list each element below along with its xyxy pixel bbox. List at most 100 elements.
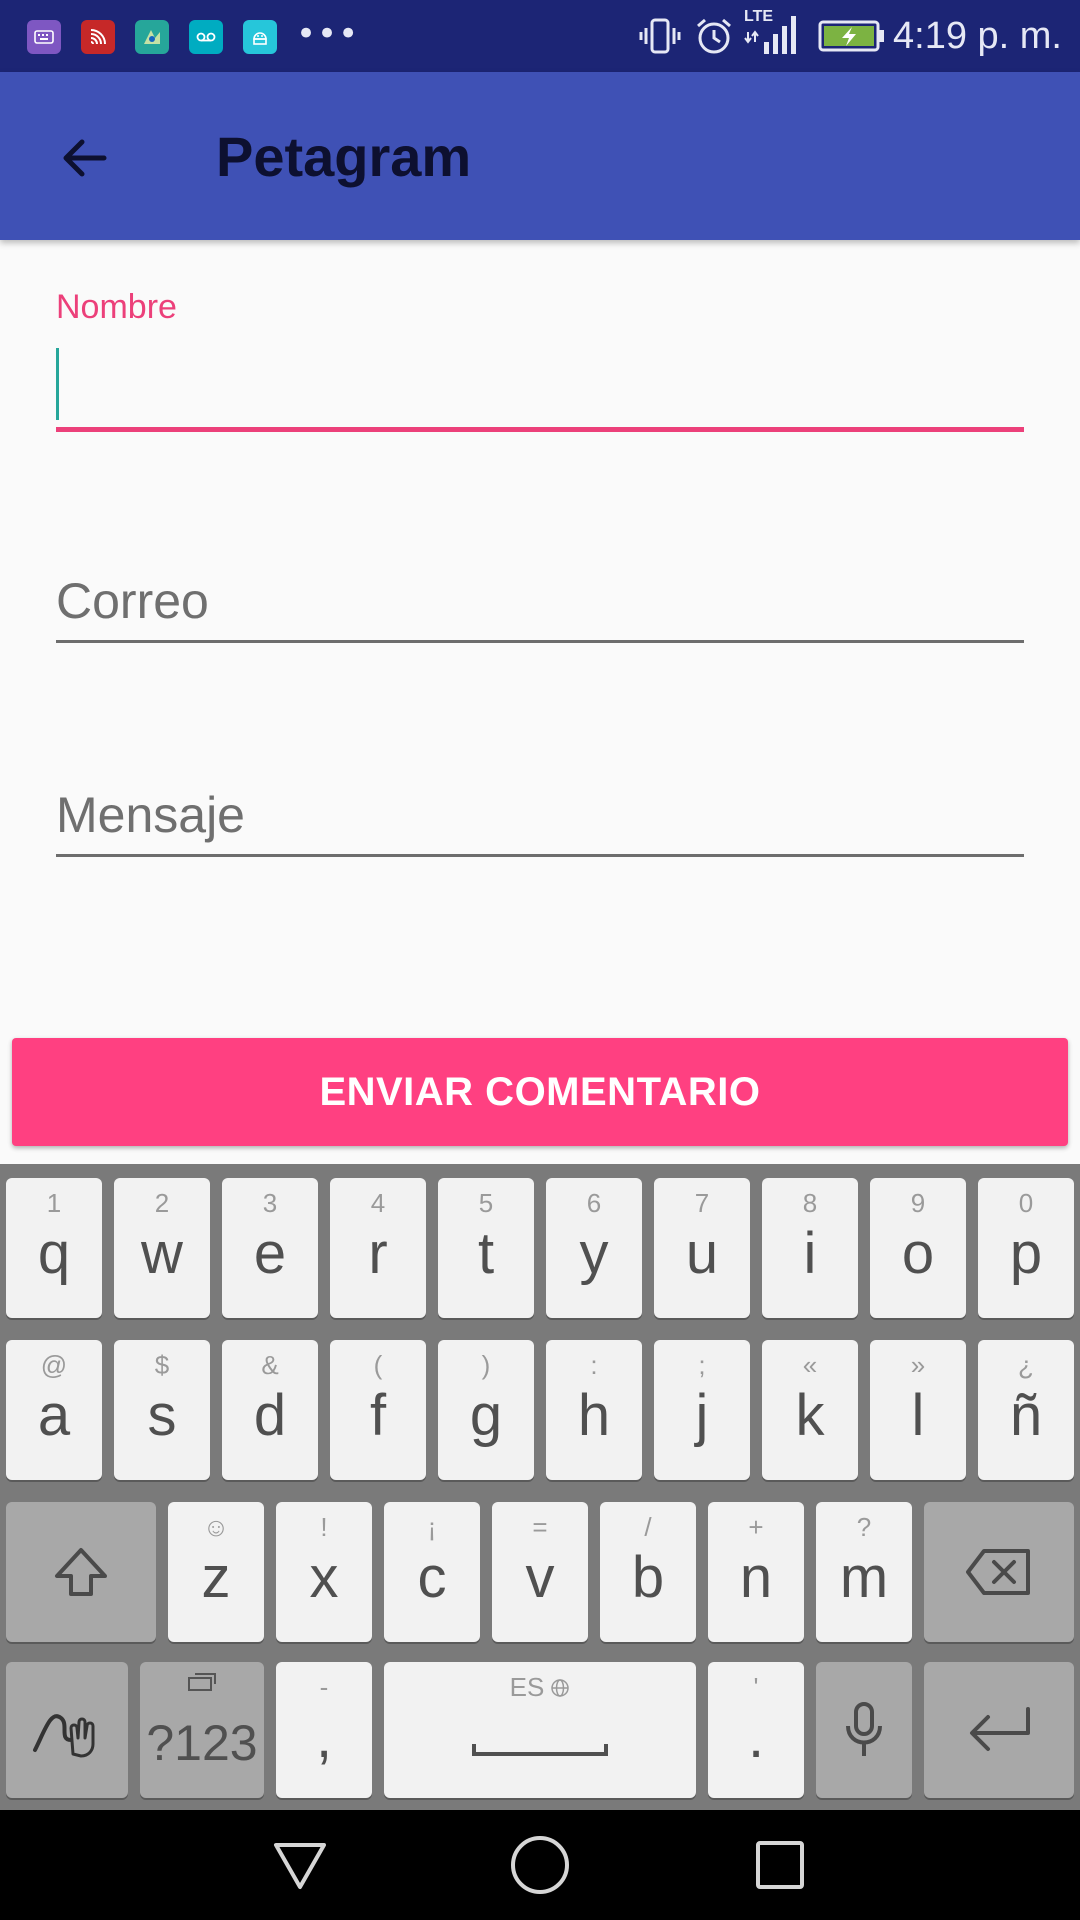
name-field[interactable]: Nombre <box>56 280 1024 440</box>
cast-icon <box>81 20 115 54</box>
key-j[interactable]: ; j <box>654 1340 750 1480</box>
key-hint: @ <box>40 1350 68 1380</box>
recents-square-icon <box>756 1841 804 1889</box>
key-b[interactable]: / b <box>600 1502 696 1642</box>
key-label: q <box>37 1221 71 1286</box>
comma-key-hint: - <box>319 1672 329 1702</box>
key-label: c <box>417 1545 447 1610</box>
key-label: n <box>739 1545 773 1610</box>
status-bar: ••• LTE 4:19 p. m. <box>0 0 1080 72</box>
key-hint: 1 <box>46 1188 62 1218</box>
key-hint: = <box>532 1512 548 1542</box>
key-hint: 2 <box>154 1188 170 1218</box>
arrow-back-icon <box>63 139 107 177</box>
key-e[interactable]: 3e <box>222 1178 318 1318</box>
space-key[interactable]: ES <box>384 1662 696 1798</box>
vibrate-icon <box>638 14 682 58</box>
key-hint: 6 <box>586 1188 602 1218</box>
send-comment-button[interactable]: ENVIAR COMENTARIO <box>12 1038 1068 1146</box>
signal-icon: LTE <box>740 8 802 58</box>
backspace-icon <box>966 1549 1030 1595</box>
status-time: 4:19 p. m. <box>893 15 1062 57</box>
key-hint: 8 <box>802 1188 818 1218</box>
key-o[interactable]: 9o <box>870 1178 966 1318</box>
nav-home-button[interactable] <box>500 1830 580 1900</box>
key-hint: ¡ <box>427 1512 437 1542</box>
key-label: k <box>795 1383 825 1448</box>
key-r[interactable]: 4r <box>330 1178 426 1318</box>
key-hint: 7 <box>694 1188 710 1218</box>
key-hint: ) <box>481 1350 491 1380</box>
key-hint: : <box>590 1350 598 1380</box>
swype-gesture-key[interactable] <box>6 1662 128 1798</box>
email-field[interactable]: Correo <box>56 560 1024 646</box>
space-bar-icon <box>472 1744 608 1756</box>
app-bar: Petagram <box>0 72 1080 240</box>
key-hint: » <box>910 1350 926 1380</box>
key-l[interactable]: » l <box>870 1340 966 1480</box>
key-hint: / <box>644 1512 652 1542</box>
period-key[interactable]: ' . <box>708 1662 804 1798</box>
key-label: e <box>253 1221 287 1286</box>
back-button[interactable] <box>44 118 124 198</box>
page-title: Petagram <box>216 125 472 188</box>
enter-key[interactable] <box>924 1662 1074 1798</box>
period-key-hint: ' <box>753 1672 759 1702</box>
nav-back-button[interactable] <box>260 1830 340 1900</box>
key-hint: « <box>802 1350 818 1380</box>
map-icon <box>135 20 169 54</box>
key-label: i <box>803 1221 817 1286</box>
key-label: h <box>577 1383 611 1448</box>
key-label: x <box>309 1545 339 1610</box>
home-circle-icon <box>511 1836 569 1894</box>
key-m[interactable]: ? m <box>816 1502 912 1642</box>
voice-input-key[interactable] <box>816 1662 912 1798</box>
key-z[interactable]: ☺ z <box>168 1502 264 1642</box>
key-u[interactable]: 7u <box>654 1178 750 1318</box>
key-hint: ¿ <box>1018 1350 1034 1380</box>
key-a[interactable]: @ a <box>6 1340 102 1480</box>
key-h[interactable]: :h <box>546 1340 642 1480</box>
key-n[interactable]: + n <box>708 1502 804 1642</box>
shift-key[interactable] <box>6 1502 156 1642</box>
key-label: ñ <box>1009 1383 1043 1448</box>
key-w[interactable]: 2w <box>114 1178 210 1318</box>
key-g[interactable]: ) g <box>438 1340 534 1480</box>
backspace-key[interactable] <box>924 1502 1074 1642</box>
period-key-label: . <box>747 1705 765 1770</box>
key-c[interactable]: ¡ c <box>384 1502 480 1642</box>
microphone-icon <box>846 1702 882 1756</box>
key-hint: & <box>261 1350 279 1380</box>
name-field-underline <box>56 427 1024 432</box>
enter-arrow-icon <box>970 1707 1030 1751</box>
comma-key[interactable]: - , <box>276 1662 372 1798</box>
voicemail-icon <box>189 20 223 54</box>
key-t[interactable]: 5t <box>438 1178 534 1318</box>
nav-recents-button[interactable] <box>740 1830 820 1900</box>
keyboard-icon <box>27 20 61 54</box>
message-field-placeholder: Mensaje <box>56 787 245 843</box>
key-hint: ; <box>698 1350 706 1380</box>
battery-charging-icon <box>818 14 886 58</box>
alarm-icon <box>692 14 736 58</box>
key-ñ[interactable]: ¿ ñ <box>978 1340 1074 1480</box>
email-field-underline <box>56 640 1024 643</box>
key-label: f <box>369 1383 387 1448</box>
key-hint: 0 <box>1018 1188 1034 1218</box>
symbols-key[interactable]: ?123 <box>140 1662 264 1798</box>
key-p[interactable]: 0p <box>978 1178 1074 1318</box>
key-s[interactable]: $ s <box>114 1340 210 1480</box>
key-i[interactable]: 8i <box>762 1178 858 1318</box>
more-notifications-indicator: ••• <box>296 14 360 54</box>
key-x[interactable]: ! x <box>276 1502 372 1642</box>
key-label: r <box>368 1221 388 1286</box>
name-field-label: Nombre <box>56 288 177 326</box>
key-k[interactable]: «k <box>762 1340 858 1480</box>
key-q[interactable]: 1q <box>6 1178 102 1318</box>
key-y[interactable]: 6y <box>546 1178 642 1318</box>
back-triangle-icon <box>274 1843 326 1889</box>
message-field[interactable]: Mensaje <box>56 774 1024 860</box>
key-f[interactable]: (f <box>330 1340 426 1480</box>
key-v[interactable]: = v <box>492 1502 588 1642</box>
key-d[interactable]: & d <box>222 1340 318 1480</box>
